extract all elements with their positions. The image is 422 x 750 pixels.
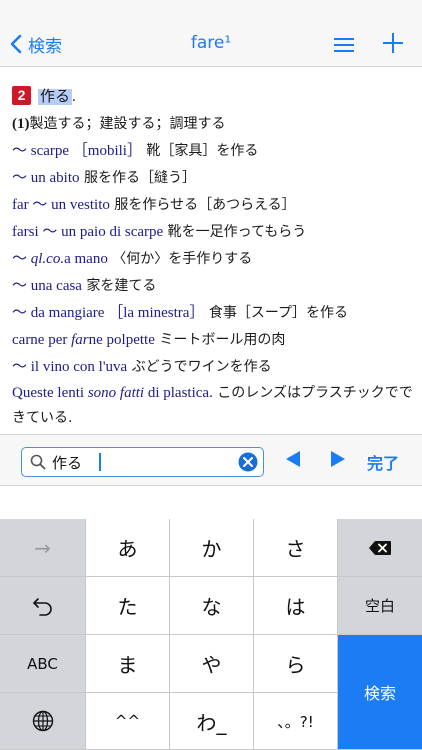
find-bar: 完了: [0, 434, 422, 486]
translation-text: 服を作る［縫う］: [79, 170, 196, 186]
key-wa[interactable]: わ_: [170, 693, 254, 750]
key-ka[interactable]: か: [170, 519, 254, 577]
example-text: Queste lenti: [12, 385, 88, 401]
key-ma[interactable]: ま: [86, 635, 170, 693]
example-line: far 〜 un vestito 服を作らせる［あつらえる］: [12, 192, 414, 219]
example-line: Queste lenti sono fatti di plastica. このレ…: [12, 381, 414, 426]
sense-period: .: [72, 89, 76, 105]
example-list: (1)製造する；建設する；調理する〜 scarpe ［mobili］ 靴［家具］…: [12, 111, 414, 426]
translation-text: 靴［家具］を作る: [141, 143, 259, 159]
key-next-candidate[interactable]: →: [0, 519, 86, 577]
search-icon: [30, 454, 46, 470]
globe-key[interactable]: [0, 693, 86, 750]
example-text: carne per: [12, 332, 72, 348]
example-text: sono fatti: [87, 385, 145, 401]
example-line: 〜 il vino con l'uva ぶどうでワインを作る: [12, 354, 414, 381]
add-icon[interactable]: [382, 32, 404, 54]
translation-text: 〈何か〉を手作りする: [107, 251, 253, 267]
key-punctuation[interactable]: 、。?!: [254, 693, 338, 750]
clear-icon[interactable]: [238, 452, 258, 472]
example-text: a mano: [64, 251, 108, 267]
sense-heading: 2 作る.: [12, 84, 414, 111]
example-line: carne per farne polpette ミートボール用の肉: [12, 327, 414, 354]
example-text: farsi 〜 un paio di scarpe: [12, 224, 164, 240]
search-key[interactable]: 検索: [338, 635, 422, 750]
example-text: di plastica.: [144, 385, 213, 401]
example-text: 〜 scarpe ［mobili］: [12, 143, 142, 159]
backspace-icon: [369, 540, 391, 555]
globe-icon: [32, 710, 53, 732]
example-text: ne polpette: [88, 332, 155, 348]
next-match-icon[interactable]: [329, 450, 347, 468]
translation-text: 食事［スープ］を作る: [204, 305, 349, 321]
undo-icon: [32, 597, 52, 616]
example-line: 〜 un abito 服を作る［縫う］: [12, 165, 414, 192]
example-text: 〜: [12, 251, 31, 267]
nav-bar: 検索 fare¹: [0, 0, 422, 67]
key-a[interactable]: あ: [86, 519, 170, 577]
translation-text: ミートボール用の肉: [154, 332, 286, 348]
keyboard: → あ か さ た な は 空白 ABC ま や ら 検索 ^^ わ_ 、。?!: [0, 519, 422, 750]
undo-key[interactable]: [0, 577, 86, 635]
space-key[interactable]: 空白: [338, 577, 422, 635]
entry-content: 2 作る. (1)製造する；建設する；調理する〜 scarpe ［mobili］ …: [12, 84, 414, 426]
example-text: 〜 il vino con l'uva: [12, 359, 128, 375]
example-text: ql.co.: [30, 251, 65, 267]
key-emoticon[interactable]: ^^: [86, 693, 170, 750]
example-text: 〜 un abito: [12, 170, 80, 186]
example-text: far: [71, 332, 89, 348]
example-text: (1): [12, 116, 30, 132]
translation-text: 服を作らせる［あつらえる］: [109, 197, 296, 213]
abc-key[interactable]: ABC: [0, 635, 86, 693]
search-field[interactable]: [21, 447, 264, 477]
translation-text: 家を建てる: [81, 278, 157, 294]
example-text: 〜 da mangiare ［la minestra］: [12, 305, 205, 321]
sense-number-badge: 2: [12, 86, 31, 106]
key-sa[interactable]: さ: [254, 519, 338, 577]
translation-text: 製造する；建設する；調理する: [29, 116, 226, 132]
example-line: farsi 〜 un paio di scarpe 靴を一足作ってもらう: [12, 219, 414, 246]
example-text: 〜 una casa: [12, 278, 82, 294]
sense-word-highlight: 作る: [38, 89, 73, 105]
key-ta[interactable]: た: [86, 577, 170, 635]
menu-icon[interactable]: [334, 36, 356, 54]
key-na[interactable]: な: [170, 577, 254, 635]
example-line: 〜 scarpe ［mobili］ 靴［家具］を作る: [12, 138, 414, 165]
key-ya[interactable]: や: [170, 635, 254, 693]
key-ra[interactable]: ら: [254, 635, 338, 693]
translation-text: 靴を一足作ってもらう: [163, 224, 307, 240]
done-button[interactable]: 完了: [367, 450, 399, 474]
example-line: 〜 ql.co.a mano 〈何か〉を手作りする: [12, 246, 414, 273]
page-title: fare¹: [190, 33, 232, 53]
previous-match-icon[interactable]: [284, 450, 302, 468]
example-line: (1)製造する；建設する；調理する: [12, 111, 414, 138]
key-ha[interactable]: は: [254, 577, 338, 635]
example-line: 〜 da mangiare ［la minestra］ 食事［スープ］を作る: [12, 300, 414, 327]
example-text: far 〜 un vestito: [12, 197, 110, 213]
delete-key[interactable]: [338, 519, 422, 577]
translation-text: ぶどうでワインを作る: [127, 359, 272, 375]
text-caret: [99, 453, 101, 471]
search-input[interactable]: [52, 452, 232, 472]
example-line: 〜 una casa 家を建てる: [12, 273, 414, 300]
